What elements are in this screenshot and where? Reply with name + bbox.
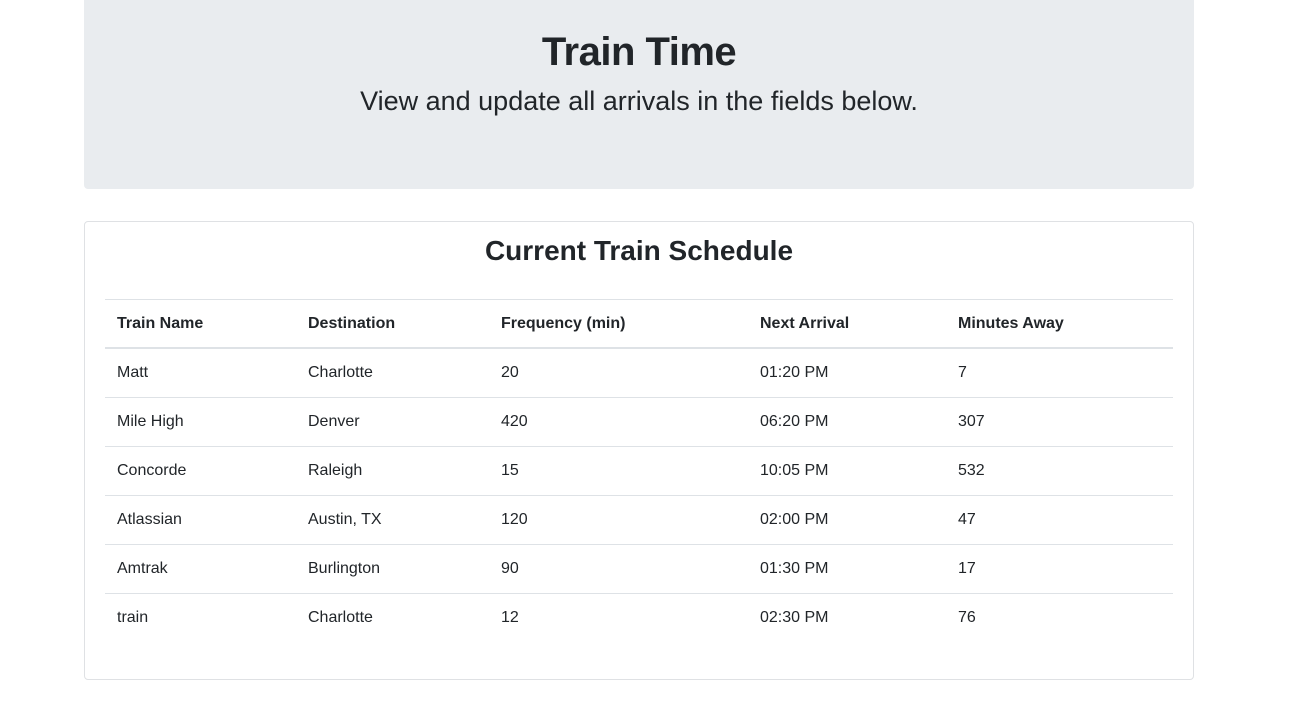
cell-destination: Austin, TX [296, 495, 489, 545]
cell-next-arrival: 01:20 PM [748, 347, 946, 398]
cell-next-arrival: 02:00 PM [748, 495, 946, 545]
cell-frequency: 120 [489, 495, 748, 545]
cell-minutes-away: 7 [946, 347, 1173, 398]
cell-train-name: Matt [105, 347, 296, 398]
cell-next-arrival: 06:20 PM [748, 397, 946, 447]
cell-minutes-away: 532 [946, 446, 1173, 496]
cell-destination: Burlington [296, 544, 489, 594]
table-row: Atlassian Austin, TX 120 02:00 PM 47 [105, 495, 1173, 545]
cell-frequency: 420 [489, 397, 748, 447]
cell-next-arrival: 01:30 PM [748, 544, 946, 594]
cell-frequency: 15 [489, 446, 748, 496]
table-row: Concorde Raleigh 15 10:05 PM 532 [105, 446, 1173, 496]
table-header-row: Train Name Destination Frequency (min) N… [105, 299, 1173, 349]
cell-minutes-away: 76 [946, 593, 1173, 642]
cell-minutes-away: 47 [946, 495, 1173, 545]
schedule-title: Current Train Schedule [484, 235, 794, 266]
table-row: Amtrak Burlington 90 01:30 PM 17 [105, 544, 1173, 594]
cell-frequency: 12 [489, 593, 748, 642]
cell-next-arrival: 10:05 PM [748, 446, 946, 496]
cell-train-name: Amtrak [105, 544, 296, 594]
cell-destination: Charlotte [296, 593, 489, 642]
cell-minutes-away: 17 [946, 544, 1173, 594]
header-jumbotron: Train Time View and update all arrivals … [84, 0, 1194, 189]
table-row: Mile High Denver 420 06:20 PM 307 [105, 397, 1173, 447]
column-header-frequency: Frequency (min) [489, 299, 748, 349]
cell-frequency: 90 [489, 544, 748, 594]
page-title: Train Time [541, 30, 737, 74]
cell-frequency: 20 [489, 347, 748, 398]
table-row: Matt Charlotte 20 01:20 PM 7 [105, 347, 1173, 398]
table-row: train Charlotte 12 02:30 PM 76 [105, 593, 1173, 642]
cell-destination: Charlotte [296, 347, 489, 398]
schedule-table: Train Name Destination Frequency (min) N… [105, 299, 1173, 642]
schedule-card: Current Train Schedule Train Name Destin… [84, 221, 1194, 680]
cell-train-name: Concorde [105, 446, 296, 496]
column-header-next-arrival: Next Arrival [748, 299, 946, 349]
cell-train-name: Atlassian [105, 495, 296, 545]
page-subtitle: View and update all arrivals in the fiel… [360, 86, 918, 116]
cell-train-name: train [105, 593, 296, 642]
column-header-destination: Destination [296, 299, 489, 349]
cell-destination: Raleigh [296, 446, 489, 496]
cell-next-arrival: 02:30 PM [748, 593, 946, 642]
cell-destination: Denver [296, 397, 489, 447]
cell-train-name: Mile High [105, 397, 296, 447]
cell-minutes-away: 307 [946, 397, 1173, 447]
column-header-minutes-away: Minutes Away [946, 299, 1173, 349]
column-header-train-name: Train Name [105, 299, 296, 349]
